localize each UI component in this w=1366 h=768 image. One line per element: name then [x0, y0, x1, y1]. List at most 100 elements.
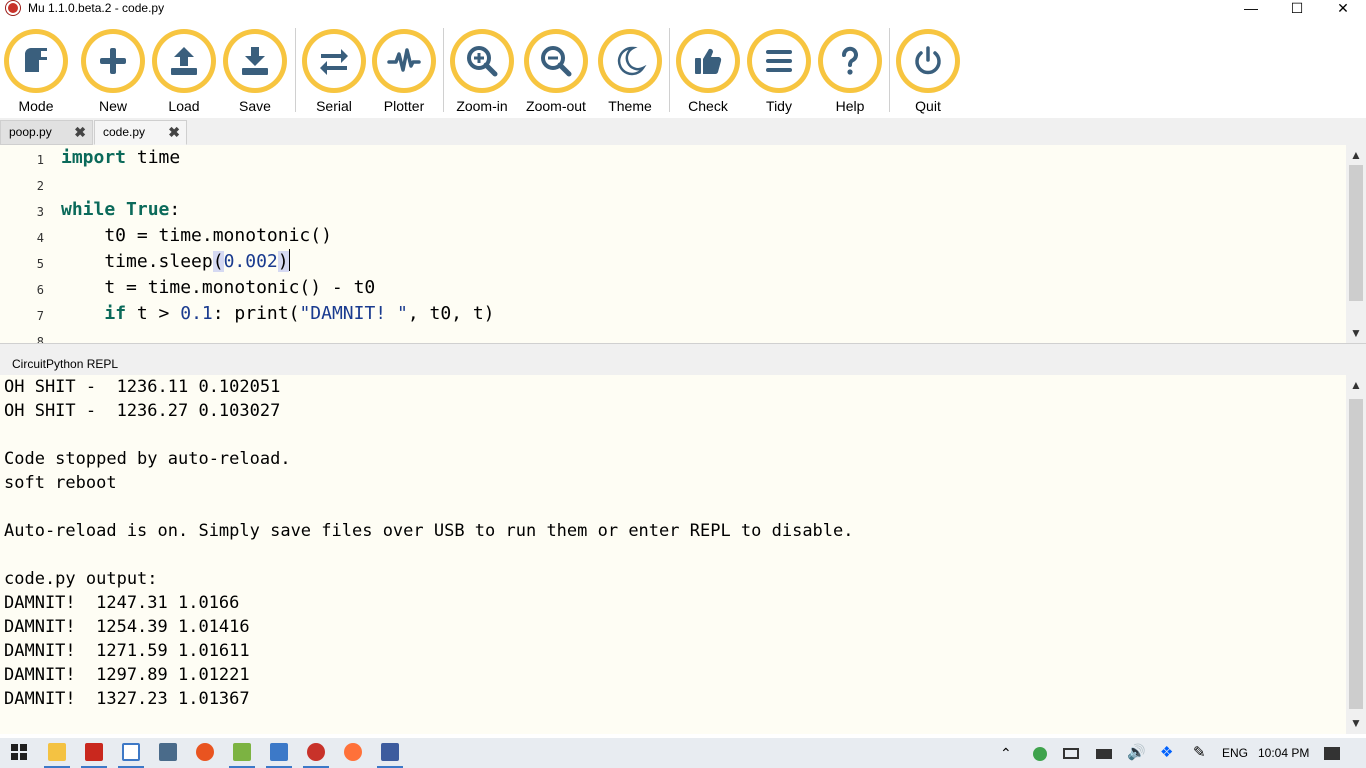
maximize-button[interactable]: ☐ — [1274, 0, 1320, 16]
toolbar-separator — [669, 28, 670, 112]
notifications-icon[interactable] — [1324, 738, 1340, 768]
code-text: , t0, t) — [407, 303, 495, 324]
check-label: Check — [688, 98, 728, 114]
code-line-1: import time — [61, 145, 180, 171]
code-text: t > — [126, 303, 181, 324]
dropbox-icon[interactable]: ❖ — [1160, 738, 1173, 768]
close-tab-icon[interactable]: ✖ — [74, 121, 86, 144]
repl-output-line: DAMNIT! 1254.39 1.01416 — [4, 617, 250, 637]
check-button[interactable]: Check — [672, 28, 744, 116]
scroll-down-icon[interactable]: ▼ — [1349, 326, 1363, 340]
repl-output-line: soft reboot — [4, 473, 117, 493]
editor-scrollbar[interactable]: ▲ ▼ — [1346, 145, 1366, 343]
windows-start-icon[interactable] — [10, 743, 28, 761]
scroll-down-icon[interactable]: ▼ — [1349, 716, 1363, 730]
repl-console[interactable]: OH SHIT - 1236.11 0.102051 OH SHIT - 123… — [0, 375, 1366, 734]
scrollbar-thumb[interactable] — [1349, 165, 1363, 301]
file-explorer-icon[interactable] — [48, 743, 66, 761]
theme-button[interactable]: Theme — [594, 28, 666, 116]
save-button[interactable]: Save — [219, 28, 291, 116]
question-icon — [842, 46, 858, 75]
tidy-button[interactable]: Tidy — [743, 28, 815, 116]
tab-code-py[interactable]: code.py ✖ — [94, 120, 187, 145]
line-number: 2 — [36, 179, 44, 193]
plotter-label: Plotter — [383, 98, 425, 114]
volume-icon[interactable]: 🔊 — [1127, 738, 1146, 768]
notepad-icon[interactable] — [122, 743, 140, 761]
upload-icon — [171, 47, 197, 75]
repl-scrollbar[interactable]: ▲ ▼ — [1346, 375, 1366, 734]
firefox-icon[interactable] — [344, 743, 362, 761]
thumbs-up-icon — [695, 48, 722, 75]
code-text: time.sleep — [61, 251, 213, 272]
minimize-button[interactable]: — — [1228, 0, 1274, 16]
toolbar-separator — [295, 28, 296, 112]
zoom-in-icon — [467, 46, 498, 77]
zoom-out-button[interactable]: Zoom-out — [520, 28, 592, 116]
repl-output-line: DAMNIT! 1297.89 1.01221 — [4, 665, 250, 685]
scroll-up-icon[interactable]: ▲ — [1349, 148, 1363, 162]
line-number: 7 — [36, 309, 44, 323]
battery-icon[interactable] — [1096, 738, 1112, 768]
theme-label: Theme — [608, 98, 652, 114]
ubuntu-icon[interactable] — [196, 743, 214, 761]
notepad-plus-icon[interactable] — [233, 743, 251, 761]
zoom-out-icon — [541, 46, 572, 77]
code-text: : — [169, 199, 181, 220]
help-button[interactable]: Help — [814, 28, 886, 116]
repl-pane-header: CircuitPython REPL — [0, 343, 1366, 375]
code-number: 0.1 — [180, 303, 213, 324]
save-label: Save — [239, 98, 271, 114]
quit-label: Quit — [915, 98, 941, 114]
line-number: 6 — [36, 283, 44, 297]
scroll-up-icon[interactable]: ▲ — [1349, 378, 1363, 392]
code-line-5: time.sleep(0.002) — [61, 249, 290, 275]
code-number: 0.002 — [223, 251, 278, 272]
code-keyword: if — [104, 303, 127, 324]
clock[interactable]: 10:04 PM — [1258, 738, 1309, 768]
plotter-button[interactable]: Plotter — [368, 28, 440, 116]
pdf-reader-icon[interactable] — [85, 743, 103, 761]
repl-output-line: code.py output: — [4, 569, 158, 589]
help-label: Help — [835, 98, 865, 114]
close-window-button[interactable]: ✕ — [1320, 0, 1366, 16]
document-editor-icon[interactable] — [381, 743, 399, 761]
load-button[interactable]: Load — [148, 28, 220, 116]
code-keyword: import — [61, 147, 127, 168]
toolbar-separator — [889, 28, 890, 112]
code-text-area[interactable]: import time while True: t0 = time.monoto… — [61, 145, 1346, 343]
new-button[interactable]: New — [77, 28, 149, 116]
show-hidden-icons-chevron-icon[interactable]: ⌃ — [1000, 738, 1012, 768]
network-icon[interactable] — [1063, 738, 1079, 768]
line-number-gutter: 1 2 3 4 5 6 7 8 — [0, 145, 58, 343]
code-text: : print( — [212, 303, 300, 324]
zoom-out-label: Zoom-out — [526, 98, 586, 114]
pen-icon[interactable]: ✎ — [1193, 738, 1206, 768]
tidy-label: Tidy — [766, 98, 792, 114]
serial-button[interactable]: Serial — [298, 28, 370, 116]
language-indicator[interactable]: ENG — [1222, 738, 1248, 768]
scrollbar-thumb[interactable] — [1349, 399, 1363, 709]
close-tab-icon[interactable]: ✖ — [168, 121, 180, 144]
code-editor[interactable]: 1 2 3 4 5 6 7 8 import time while True: … — [0, 145, 1366, 343]
mu-app-icon — [6, 1, 20, 15]
code-line-6: t = time.monotonic() - t0 — [61, 277, 376, 298]
new-label: New — [98, 98, 127, 114]
code-keyword: True — [126, 199, 170, 220]
line-number: 4 — [36, 231, 44, 245]
sync-status-icon[interactable] — [1033, 738, 1049, 768]
line-number: 8 — [36, 335, 44, 343]
mu-editor-icon[interactable] — [307, 743, 325, 761]
window-title: Mu 1.1.0.beta.2 - code.py — [28, 1, 165, 15]
tab-poop-py[interactable]: poop.py ✖ — [0, 120, 93, 145]
network-monitor-icon[interactable] — [159, 743, 177, 761]
line-number: 1 — [36, 153, 44, 167]
mode-button[interactable]: Mode — [0, 28, 72, 116]
mode-icon — [25, 48, 47, 72]
download-manager-icon[interactable] — [270, 743, 288, 761]
repl-output-line: OH SHIT - 1236.27 0.103027 — [4, 401, 281, 421]
repl-output-line: DAMNIT! 1271.59 1.01611 — [4, 641, 250, 661]
quit-button[interactable]: Quit — [892, 28, 964, 116]
zoom-in-button[interactable]: Zoom-in — [446, 28, 518, 116]
